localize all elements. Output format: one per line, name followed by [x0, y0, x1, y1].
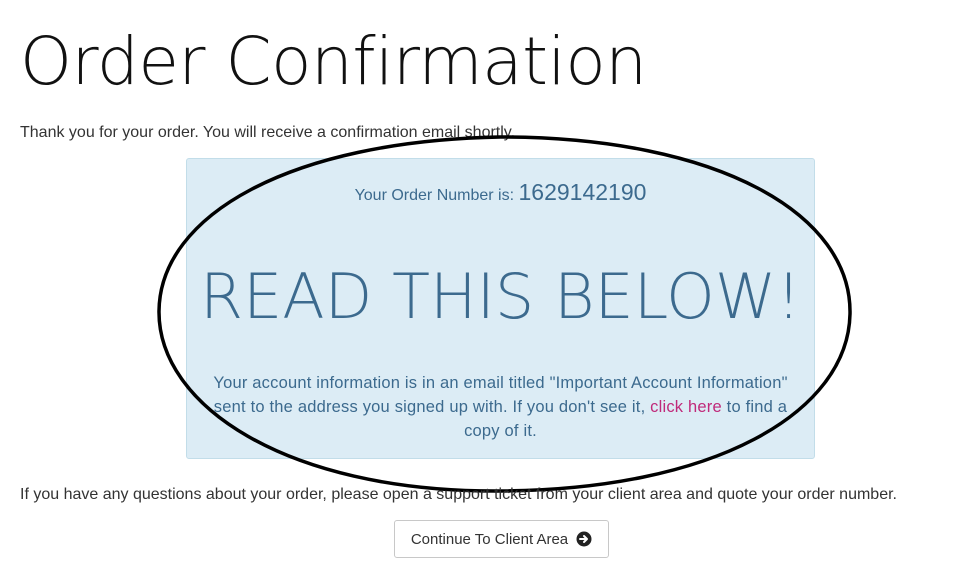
page-title: Order Confirmation [20, 23, 647, 100]
continue-to-client-area-button[interactable]: Continue To Client Area [394, 520, 609, 558]
order-info-box: Your Order Number is: 1629142190 READ TH… [186, 158, 815, 459]
continue-button-label: Continue To Client Area [410, 530, 569, 548]
order-number-value: 1629142190 [518, 179, 647, 205]
questions-message: If you have any questions about your ord… [20, 486, 897, 503]
read-this-heading: READ THIS BELOW! [199, 260, 802, 333]
order-number-line: Your Order Number is: 1629142190 [187, 179, 814, 206]
account-info-message: Your account information is in an email … [195, 371, 806, 443]
order-number-label: Your Order Number is: [354, 187, 515, 204]
click-here-link[interactable]: click here [650, 398, 722, 416]
thank-you-message: Thank you for your order. You will recei… [20, 124, 516, 141]
arrow-circle-right-icon [576, 531, 592, 547]
